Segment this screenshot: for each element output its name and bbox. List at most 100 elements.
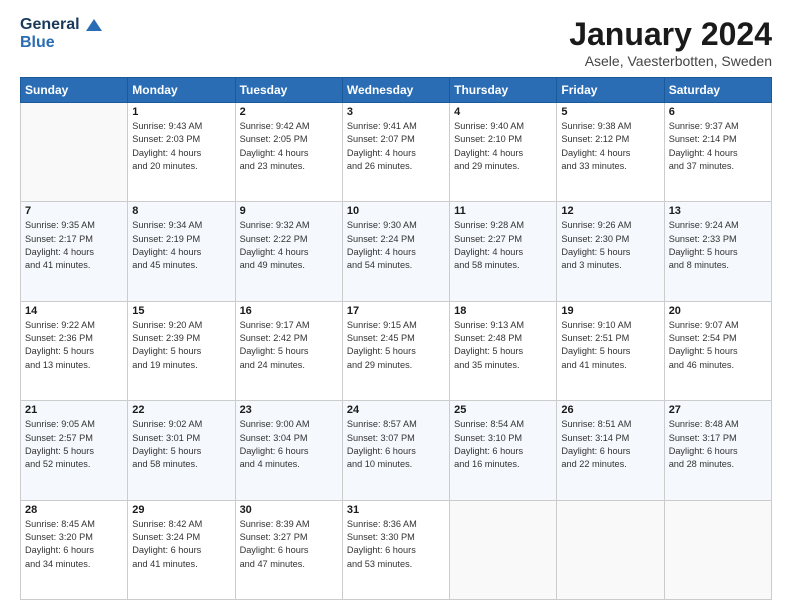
day-info: Sunrise: 9:13 AM Sunset: 2:48 PM Dayligh… — [454, 319, 552, 372]
calendar-cell: 31Sunrise: 8:36 AM Sunset: 3:30 PM Dayli… — [342, 500, 449, 599]
day-info: Sunrise: 8:48 AM Sunset: 3:17 PM Dayligh… — [669, 418, 767, 471]
day-number: 24 — [347, 404, 445, 416]
day-info: Sunrise: 9:07 AM Sunset: 2:54 PM Dayligh… — [669, 319, 767, 372]
day-info: Sunrise: 9:22 AM Sunset: 2:36 PM Dayligh… — [25, 319, 123, 372]
day-number: 13 — [669, 205, 767, 217]
day-number: 10 — [347, 205, 445, 217]
calendar-cell: 16 Sunrise: 9:17 AM Sunset: 2:42 PM Dayli… — [235, 301, 342, 400]
logo: General Blue — [20, 16, 102, 51]
calendar-cell: 21Sunrise: 9:05 AM Sunset: 2:57 PM Dayli… — [21, 401, 128, 500]
calendar-cell: 24 Sunrise: 8:57 AM Sunset: 3:07 PM Dayli… — [342, 401, 449, 500]
day-number: 8 — [132, 205, 230, 217]
calendar-cell: 2 Sunrise: 9:42 AM Sunset: 2:05 PM Daylig… — [235, 103, 342, 202]
day-number: 20 — [669, 305, 767, 317]
calendar-cell — [664, 500, 771, 599]
day-number: 15 — [132, 305, 230, 317]
calendar-cell: 4 Sunrise: 9:40 AM Sunset: 2:10 PM Daylig… — [450, 103, 557, 202]
day-info: Sunrise: 9:42 AM Sunset: 2:05 PM Dayligh… — [240, 120, 338, 173]
day-info: Sunrise: 8:39 AM Sunset: 3:27 PM Dayligh… — [240, 518, 338, 571]
subtitle: Asele, Vaesterbotten, Sweden — [569, 53, 772, 69]
day-info: Sunrise: 9:35 AM Sunset: 2:17 PM Dayligh… — [25, 219, 123, 272]
day-number: 29 — [132, 504, 230, 516]
day-info: Sunrise: 8:51 AM Sunset: 3:14 PM Dayligh… — [561, 418, 659, 471]
calendar-cell — [21, 103, 128, 202]
calendar-cell: 8Sunrise: 9:34 AM Sunset: 2:19 PM Daylig… — [128, 202, 235, 301]
calendar-cell: 12 Sunrise: 9:26 AM Sunset: 2:30 PM Dayli… — [557, 202, 664, 301]
day-info: Sunrise: 8:54 AM Sunset: 3:10 PM Dayligh… — [454, 418, 552, 471]
day-number: 30 — [240, 504, 338, 516]
calendar-cell: 27 Sunrise: 8:48 AM Sunset: 3:17 PM Dayli… — [664, 401, 771, 500]
calendar-cell: 17 Sunrise: 9:15 AM Sunset: 2:45 PM Dayli… — [342, 301, 449, 400]
day-number: 11 — [454, 205, 552, 217]
day-info: Sunrise: 9:41 AM Sunset: 2:07 PM Dayligh… — [347, 120, 445, 173]
day-number: 1 — [132, 106, 230, 118]
day-number: 22 — [132, 404, 230, 416]
calendar-body: 1 Sunrise: 9:43 AM Sunset: 2:03 PM Daylig… — [21, 103, 772, 600]
day-info: Sunrise: 9:17 AM Sunset: 2:42 PM Dayligh… — [240, 319, 338, 372]
day-number: 12 — [561, 205, 659, 217]
calendar-cell: 20 Sunrise: 9:07 AM Sunset: 2:54 PM Dayli… — [664, 301, 771, 400]
calendar-cell: 26Sunrise: 8:51 AM Sunset: 3:14 PM Dayli… — [557, 401, 664, 500]
calendar-cell: 29 Sunrise: 8:42 AM Sunset: 3:24 PM Dayli… — [128, 500, 235, 599]
day-number: 23 — [240, 404, 338, 416]
calendar-cell — [450, 500, 557, 599]
calendar-cell — [557, 500, 664, 599]
day-info: Sunrise: 9:02 AM Sunset: 3:01 PM Dayligh… — [132, 418, 230, 471]
week-row-4: 21Sunrise: 9:05 AM Sunset: 2:57 PM Dayli… — [21, 401, 772, 500]
day-number: 17 — [347, 305, 445, 317]
day-number: 3 — [347, 106, 445, 118]
day-number: 7 — [25, 205, 123, 217]
main-title: January 2024 — [569, 16, 772, 53]
day-info: Sunrise: 8:45 AM Sunset: 3:20 PM Dayligh… — [25, 518, 123, 571]
day-info: Sunrise: 8:42 AM Sunset: 3:24 PM Dayligh… — [132, 518, 230, 571]
calendar-cell: 22 Sunrise: 9:02 AM Sunset: 3:01 PM Dayli… — [128, 401, 235, 500]
calendar-cell: 18 Sunrise: 9:13 AM Sunset: 2:48 PM Dayli… — [450, 301, 557, 400]
day-number: 21 — [25, 404, 123, 416]
weekday-header-thursday: Thursday — [450, 78, 557, 103]
calendar-cell: 7 Sunrise: 9:35 AM Sunset: 2:17 PM Daylig… — [21, 202, 128, 301]
day-info: Sunrise: 9:30 AM Sunset: 2:24 PM Dayligh… — [347, 219, 445, 272]
day-info: Sunrise: 9:37 AM Sunset: 2:14 PM Dayligh… — [669, 120, 767, 173]
day-info: Sunrise: 9:38 AM Sunset: 2:12 PM Dayligh… — [561, 120, 659, 173]
day-number: 25 — [454, 404, 552, 416]
weekday-row: SundayMondayTuesdayWednesdayThursdayFrid… — [21, 78, 772, 103]
week-row-3: 14 Sunrise: 9:22 AM Sunset: 2:36 PM Dayli… — [21, 301, 772, 400]
day-number: 4 — [454, 106, 552, 118]
day-number: 14 — [25, 305, 123, 317]
day-info: Sunrise: 9:24 AM Sunset: 2:33 PM Dayligh… — [669, 219, 767, 272]
day-info: Sunrise: 9:40 AM Sunset: 2:10 PM Dayligh… — [454, 120, 552, 173]
weekday-header-wednesday: Wednesday — [342, 78, 449, 103]
calendar-header: SundayMondayTuesdayWednesdayThursdayFrid… — [21, 78, 772, 103]
day-info: Sunrise: 9:15 AM Sunset: 2:45 PM Dayligh… — [347, 319, 445, 372]
calendar-cell: 23 Sunrise: 9:00 AM Sunset: 3:04 PM Dayli… — [235, 401, 342, 500]
day-info: Sunrise: 9:43 AM Sunset: 2:03 PM Dayligh… — [132, 120, 230, 173]
calendar-table: SundayMondayTuesdayWednesdayThursdayFrid… — [20, 77, 772, 600]
day-number: 5 — [561, 106, 659, 118]
header: General Blue January 2024 Asele, Vaester… — [20, 16, 772, 69]
day-info: Sunrise: 9:00 AM Sunset: 3:04 PM Dayligh… — [240, 418, 338, 471]
day-info: Sunrise: 8:57 AM Sunset: 3:07 PM Dayligh… — [347, 418, 445, 471]
calendar-cell: 30 Sunrise: 8:39 AM Sunset: 3:27 PM Dayli… — [235, 500, 342, 599]
day-number: 28 — [25, 504, 123, 516]
day-number: 27 — [669, 404, 767, 416]
day-number: 18 — [454, 305, 552, 317]
weekday-header-sunday: Sunday — [21, 78, 128, 103]
calendar-cell: 11 Sunrise: 9:28 AM Sunset: 2:27 PM Dayli… — [450, 202, 557, 301]
week-row-5: 28 Sunrise: 8:45 AM Sunset: 3:20 PM Dayli… — [21, 500, 772, 599]
weekday-header-tuesday: Tuesday — [235, 78, 342, 103]
title-block: January 2024 Asele, Vaesterbotten, Swede… — [569, 16, 772, 69]
week-row-1: 1 Sunrise: 9:43 AM Sunset: 2:03 PM Daylig… — [21, 103, 772, 202]
day-info: Sunrise: 9:28 AM Sunset: 2:27 PM Dayligh… — [454, 219, 552, 272]
calendar-cell: 1 Sunrise: 9:43 AM Sunset: 2:03 PM Daylig… — [128, 103, 235, 202]
day-number: 19 — [561, 305, 659, 317]
weekday-header-saturday: Saturday — [664, 78, 771, 103]
day-number: 2 — [240, 106, 338, 118]
weekday-header-friday: Friday — [557, 78, 664, 103]
day-info: Sunrise: 9:20 AM Sunset: 2:39 PM Dayligh… — [132, 319, 230, 372]
day-number: 16 — [240, 305, 338, 317]
calendar-cell: 28 Sunrise: 8:45 AM Sunset: 3:20 PM Dayli… — [21, 500, 128, 599]
day-info: Sunrise: 9:26 AM Sunset: 2:30 PM Dayligh… — [561, 219, 659, 272]
calendar-cell: 25 Sunrise: 8:54 AM Sunset: 3:10 PM Dayli… — [450, 401, 557, 500]
calendar-cell: 6Sunrise: 9:37 AM Sunset: 2:14 PM Daylig… — [664, 103, 771, 202]
day-number: 9 — [240, 205, 338, 217]
